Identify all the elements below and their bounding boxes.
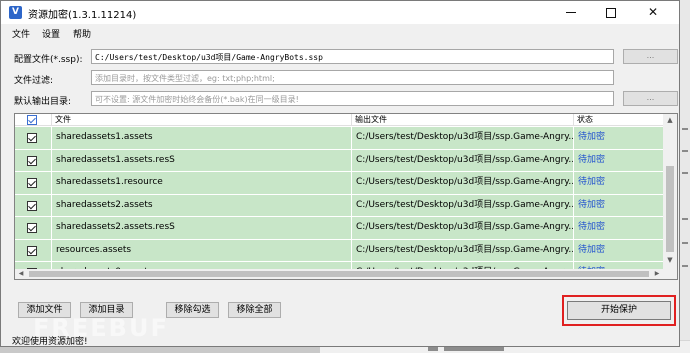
row-checkbox[interactable]: [27, 133, 37, 143]
row-file: sharedassets2.assets.resS: [52, 217, 352, 239]
column-header-file[interactable]: 文件: [52, 114, 352, 126]
menu-file[interactable]: 文件: [12, 27, 30, 40]
window-title: 资源加密(1.3.1.11214): [28, 10, 137, 21]
start-protect-button[interactable]: 开始保护: [567, 301, 671, 320]
background-mark: [682, 128, 688, 130]
row-checkbox-cell: [15, 217, 52, 239]
output-dir-browse-button[interactable]: ...: [623, 91, 678, 106]
close-icon: ✕: [647, 5, 659, 19]
row-file: sharedassets2.assets: [52, 194, 352, 217]
table-row[interactable]: resources.assets C:/Users/test/Desktop/u…: [15, 239, 663, 262]
column-header-status[interactable]: 状态: [574, 114, 663, 126]
remove-checked-button[interactable]: 移除勾选: [166, 302, 219, 318]
row-checkbox-cell: [15, 194, 52, 217]
background-mark: [682, 172, 688, 174]
row-output: C:/Users/test/Desktop/u3d项目/ssp.Game-Ang…: [352, 194, 574, 217]
row-output: C:/Users/test/Desktop/u3d项目/ssp.Game-Ang…: [352, 239, 574, 262]
table-row[interactable]: sharedassets1.assets C:/Users/test/Deskt…: [15, 127, 663, 150]
row-status: 待加密: [578, 199, 606, 210]
row-status: 待加密: [578, 244, 606, 255]
horizontal-scroll-thumb[interactable]: [29, 271, 649, 277]
table-row[interactable]: sharedassets1.assets.resS C:/Users/test/…: [15, 149, 663, 172]
row-checkbox[interactable]: [27, 178, 37, 188]
maximize-icon: [606, 7, 616, 18]
row-status: 待加密: [578, 132, 606, 142]
row-checkbox[interactable]: [27, 200, 37, 211]
table-row[interactable]: sharedassets2.assets.resS C:/Users/test/…: [15, 217, 663, 240]
remove-all-button[interactable]: 移除全部: [228, 302, 281, 318]
menu-bar: 文件 设置 帮助: [1, 25, 679, 41]
row-checkbox-cell: [15, 149, 52, 172]
row-file: sharedassets1.resource: [52, 172, 352, 194]
background-mark: [682, 242, 688, 244]
config-file-label: 配置文件(*.ssp):: [14, 55, 83, 65]
row-status: 待加密: [578, 177, 606, 187]
background-mark: [682, 150, 688, 152]
background-mark: [682, 218, 688, 220]
row-output: C:/Users/test/Desktop/u3d项目/ssp.Game-Ang…: [352, 217, 574, 239]
row-file: sharedassets1.assets.resS: [52, 149, 352, 172]
output-dir-input[interactable]: 可不设置: 源文件加密时始终会备份(*.bak)在同一级目录!: [91, 91, 614, 106]
scroll-left-arrow-icon[interactable]: ◀: [15, 269, 27, 279]
background-mark: [682, 265, 688, 267]
row-checkbox-cell: [15, 239, 52, 262]
row-file: sharedassets1.assets: [52, 127, 352, 149]
start-button-highlight: 开始保护: [562, 295, 676, 326]
row-checkbox[interactable]: [27, 155, 37, 166]
status-bar-text: 欢迎使用资源加密!: [12, 337, 88, 347]
menu-settings[interactable]: 设置: [42, 27, 60, 40]
table-row[interactable]: sharedassets1.resource C:/Users/test/Des…: [15, 172, 663, 195]
table-header: 文件 输出文件 状态: [15, 114, 663, 126]
horizontal-scrollbar[interactable]: ◀ ▶: [15, 269, 663, 279]
file-table: 文件 输出文件 状态 sharedassets1.assets C:/Users…: [14, 113, 678, 280]
scroll-up-arrow-icon[interactable]: ▲: [663, 114, 677, 127]
vertical-scrollbar[interactable]: ▲ ▼: [663, 114, 677, 279]
scroll-down-arrow-icon[interactable]: ▼: [663, 254, 677, 267]
row-output: C:/Users/test/Desktop/u3d项目/ssp.Game-Ang…: [352, 172, 574, 194]
scroll-right-arrow-icon[interactable]: ▶: [651, 269, 663, 279]
row-output: C:/Users/test/Desktop/u3d项目/ssp.Game-Ang…: [352, 127, 574, 149]
background-desktop-strip: [680, 0, 690, 353]
header-checkbox-cell: [15, 114, 52, 126]
minimize-icon: [566, 12, 576, 13]
config-browse-button[interactable]: ...: [623, 49, 678, 64]
app-logo-icon: V: [9, 6, 22, 19]
menu-help[interactable]: 帮助: [73, 27, 91, 40]
file-filter-label: 文件过滤:: [14, 76, 54, 86]
row-status: 待加密: [578, 154, 606, 165]
row-status: 待加密: [578, 222, 606, 232]
main-window: V 资源加密(1.3.1.11214) ✕ 文件 设置 帮助 配置文件(*.ss…: [0, 0, 680, 347]
table-row[interactable]: sharedassets2.assets C:/Users/test/Deskt…: [15, 194, 663, 217]
row-checkbox-cell: [15, 127, 52, 149]
row-output: C:/Users/test/Desktop/u3d项目/ssp.Game-Ang…: [352, 149, 574, 172]
maximize-button[interactable]: [591, 1, 631, 24]
minimize-button[interactable]: [551, 1, 591, 24]
row-checkbox[interactable]: [27, 223, 37, 233]
close-button[interactable]: ✕: [633, 1, 673, 24]
row-checkbox[interactable]: [27, 245, 37, 256]
row-checkbox-cell: [15, 172, 52, 194]
vertical-scroll-thumb[interactable]: [666, 166, 674, 252]
row-file: resources.assets: [52, 239, 352, 262]
column-header-output[interactable]: 输出文件: [352, 114, 574, 126]
select-all-checkbox[interactable]: [27, 115, 37, 125]
output-dir-label: 默认输出目录:: [14, 97, 72, 107]
title-bar: V 资源加密(1.3.1.11214) ✕: [1, 1, 679, 24]
config-file-input[interactable]: C:/Users/test/Desktop/u3d项目/Game-AngryBo…: [91, 49, 614, 64]
file-filter-input[interactable]: 添加目录时，按文件类型过滤，eg: txt;php;html;: [91, 70, 614, 85]
